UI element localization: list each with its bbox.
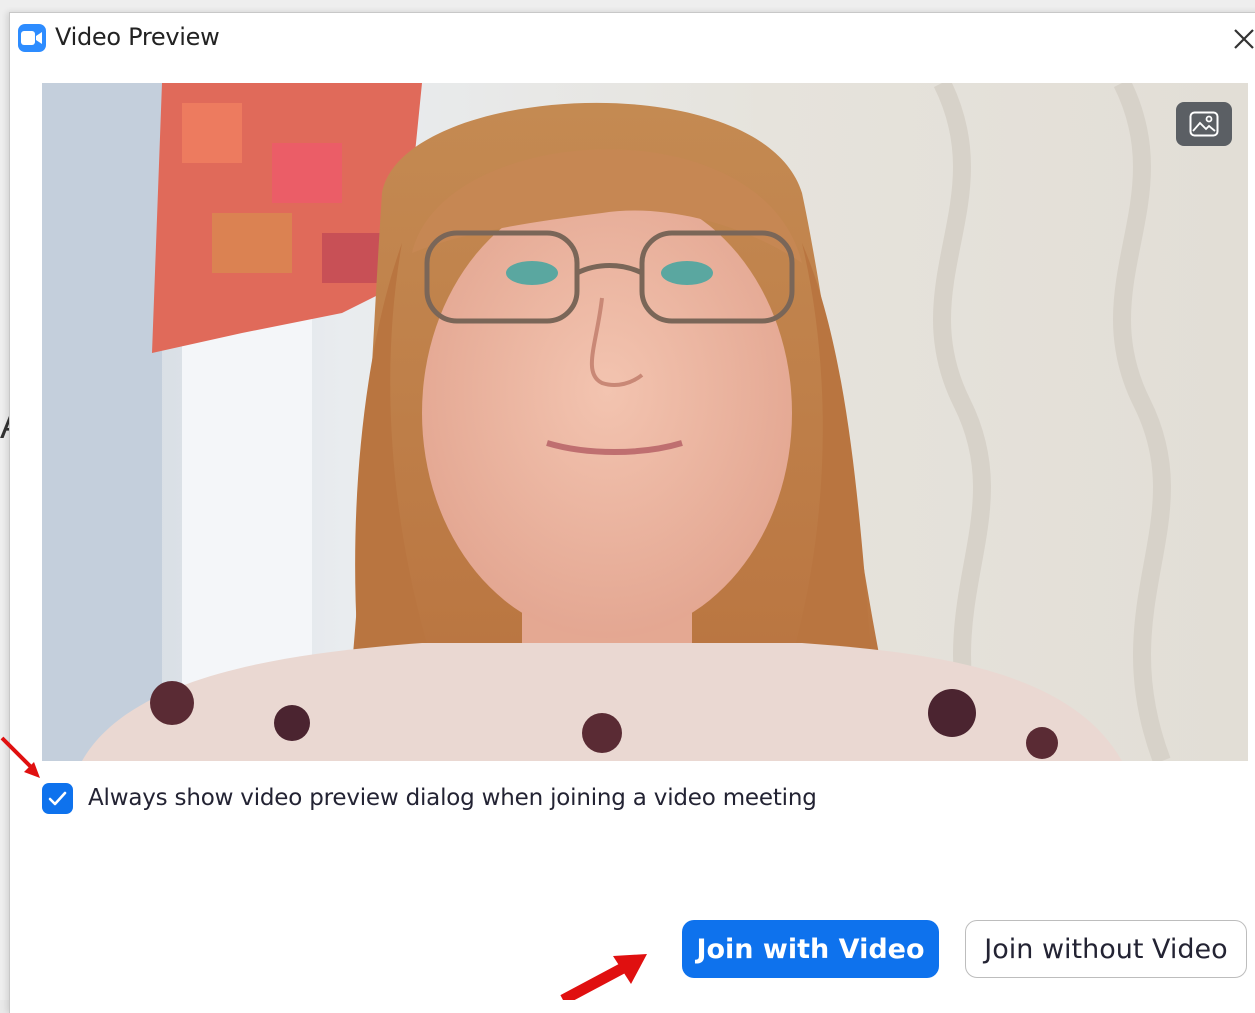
zoom-camera-icon xyxy=(18,24,46,52)
always-show-preview-label: Always show video preview dialog when jo… xyxy=(88,785,817,811)
join-without-video-button[interactable]: Join without Video xyxy=(965,920,1247,978)
virtual-background-toggle[interactable] xyxy=(1176,102,1232,146)
image-icon xyxy=(1189,111,1219,137)
title-bar: Video Preview xyxy=(10,13,1255,61)
video-preview-dialog: Video Preview Always show video preview … xyxy=(9,12,1255,1013)
dialog-title: Video Preview xyxy=(55,23,220,51)
annotation-arrow-left xyxy=(0,736,40,778)
close-button[interactable] xyxy=(1226,21,1255,55)
checkmark-icon xyxy=(48,791,67,806)
always-show-preview-option: Always show video preview dialog when jo… xyxy=(42,783,942,817)
webcam-feed-image xyxy=(42,83,1248,761)
video-preview xyxy=(42,83,1248,761)
join-with-video-button[interactable]: Join with Video xyxy=(682,920,939,978)
close-icon xyxy=(1234,29,1254,49)
annotation-arrow-bottom xyxy=(560,954,647,1000)
